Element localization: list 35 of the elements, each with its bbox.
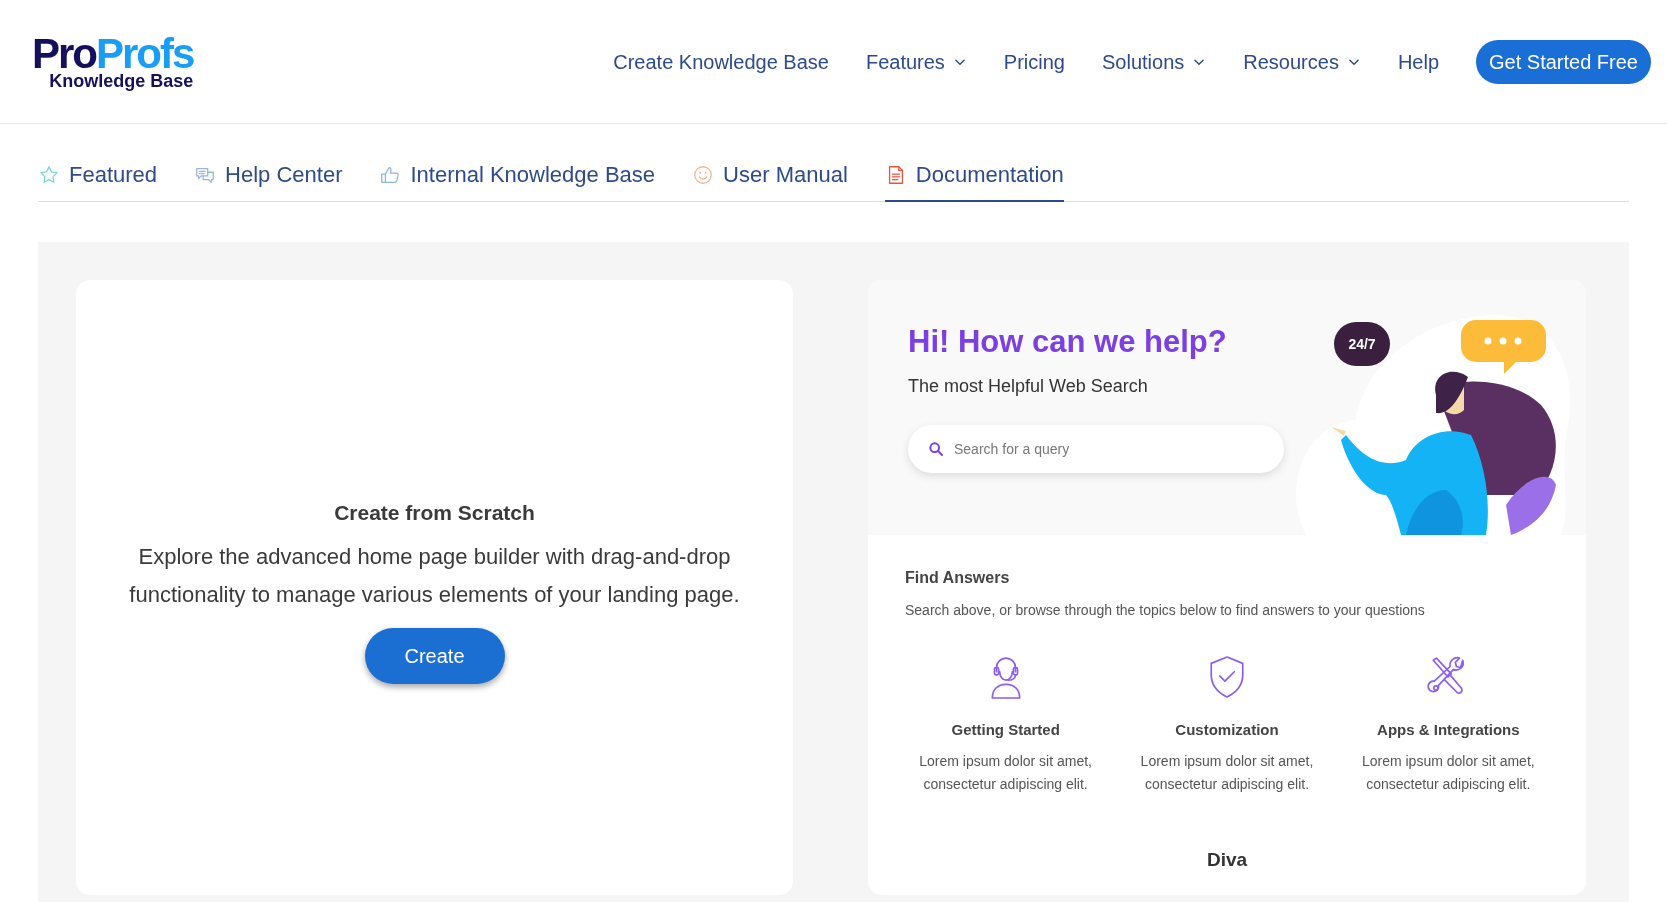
category-tab[interactable]: User Manual — [692, 158, 848, 202]
smiley-icon — [692, 163, 715, 186]
card-description: Explore the advanced home page builder with drag-and-drop functionality to manage various elements of your landing page. — [128, 543, 741, 610]
category-tab[interactable]: Help Center — [194, 158, 343, 202]
star-icon — [38, 163, 60, 186]
topic-description: Lorem ipsum dolor sit amet, consectetur adipiscing elit. — [1139, 751, 1315, 794]
search-field[interactable]: Search for a query — [908, 425, 1284, 473]
topic-description: Lorem ipsum dolor sit amet, consectetur adipiscing elit. — [1360, 751, 1536, 794]
search-icon — [928, 441, 944, 457]
card-title: Create from Scratch — [334, 499, 535, 526]
nav-link[interactable]: Pricing — [1003, 46, 1065, 77]
category-tab[interactable]: Featured — [38, 158, 158, 202]
topic-title[interactable]: Customization — [1175, 719, 1279, 742]
nav-link[interactable]: Resources — [1243, 46, 1361, 77]
topic-title[interactable]: Apps & Integrations — [1377, 719, 1520, 742]
section-description: Search above, or browse through the topics below to find answers to your questions — [905, 601, 1426, 620]
category-tab[interactable]: Internal Knowledge Base — [379, 158, 656, 202]
hero-subheading: The most Helpful Web Search — [908, 375, 1149, 398]
get-started-button[interactable]: Get Started Free — [1476, 39, 1651, 84]
template-name: Diva — [1206, 847, 1248, 872]
category-tab[interactable]: Documentation — [884, 158, 1064, 202]
create-button[interactable]: Create — [364, 628, 505, 685]
logo-wordmark-part: Pro — [32, 33, 96, 74]
section-title: Find Answers — [905, 568, 1011, 588]
nav-link[interactable]: Help — [1397, 46, 1440, 77]
nav-link[interactable]: Solutions — [1102, 46, 1207, 77]
logo[interactable]: ProProfs Knowledge Base — [32, 33, 194, 90]
nav-link[interactable]: Features — [865, 46, 967, 77]
logo-wordmark-part: Profs — [96, 33, 194, 74]
nav-link[interactable]: Create Knowledge Base — [613, 46, 829, 77]
hero-heading: Hi! How can we help? — [908, 323, 1228, 361]
speech-bubble: 24/7 — [1334, 322, 1390, 366]
topic-title[interactable]: Getting Started — [951, 719, 1060, 742]
topic-description: Lorem ipsum dolor sit amet, consectetur adipiscing elit. — [918, 751, 1093, 794]
logo-tagline: Knowledge Base — [49, 71, 194, 90]
